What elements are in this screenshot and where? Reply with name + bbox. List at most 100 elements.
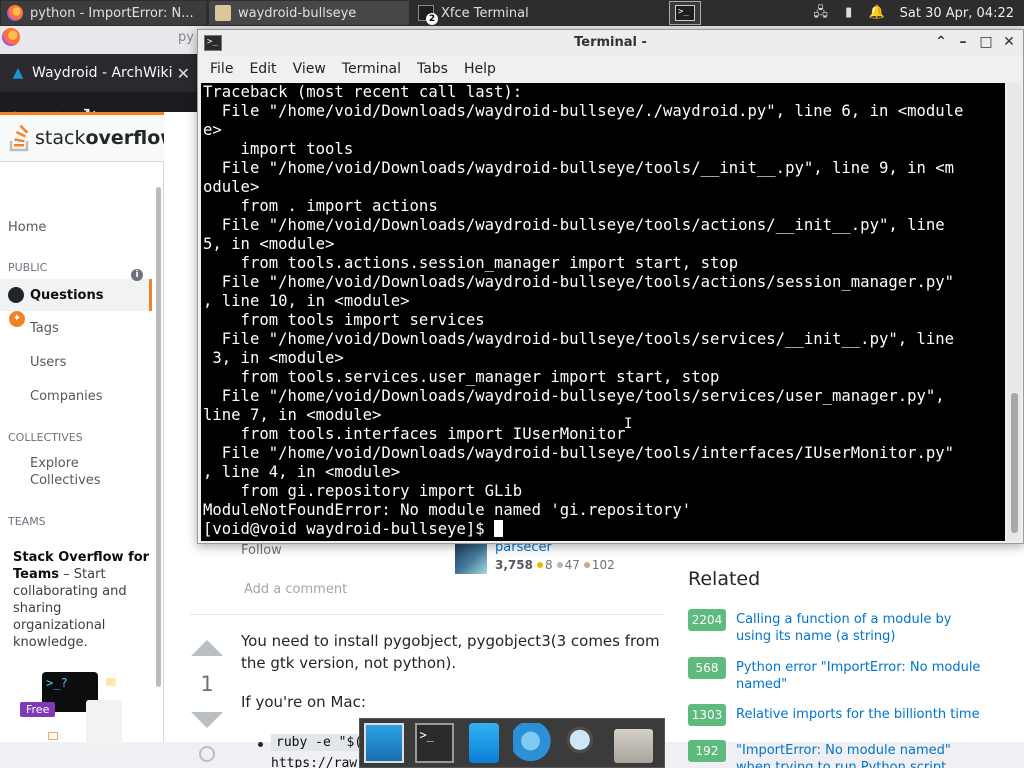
browser-tab-title-partial[interactable]: py xyxy=(178,30,194,45)
close-icon[interactable]: ✕ xyxy=(1000,33,1018,51)
add-comment-link[interactable]: Add a comment xyxy=(244,582,347,597)
folder-icon[interactable] xyxy=(613,729,653,763)
terminal-line: , line 10, in <module> xyxy=(203,292,410,310)
nav-questions-label: Questions xyxy=(30,287,104,303)
sidebar-scrollbar[interactable] xyxy=(156,187,161,687)
panel-terminal-launcher[interactable]: >_ xyxy=(669,1,701,25)
taskbar-item-label: Xfce Terminal xyxy=(441,5,529,21)
free-badge: Free xyxy=(20,702,56,717)
nav-users[interactable]: Users xyxy=(30,355,66,370)
related-title-link[interactable]: Calling a function of a module by using … xyxy=(736,611,986,645)
taskbar-item-folder[interactable]: waydroid-bullseye xyxy=(209,1,409,25)
follow-link[interactable]: Follow xyxy=(241,543,282,558)
terminal-line: odule> xyxy=(203,178,260,196)
bronze-badge-icon xyxy=(583,562,590,568)
clock[interactable]: Sat 30 Apr, 04:22 xyxy=(900,6,1014,21)
nav-caption-teams: TEAMS xyxy=(8,515,46,528)
nav-questions[interactable]: Questions xyxy=(0,279,152,311)
chevron-up-icon[interactable]: ⌃ xyxy=(932,33,950,51)
related-heading: Related xyxy=(688,568,761,590)
logo-text-stack: stack xyxy=(35,127,86,149)
terminal-line: File "/home/void/Downloads/waydroid-bull… xyxy=(203,159,955,177)
terminal-line: line 7, in <module> xyxy=(203,406,382,424)
chat-bubble-illustration xyxy=(48,732,58,740)
checklist-illustration xyxy=(86,700,122,744)
nav-caption-public: PUBLIC xyxy=(8,261,48,274)
network-icon[interactable]: 🖧 xyxy=(812,5,830,21)
nav-home[interactable]: Home xyxy=(8,220,46,235)
related-title-link[interactable]: "ImportError: No module named" when tryi… xyxy=(736,742,986,768)
menu-edit[interactable]: Edit xyxy=(249,61,276,77)
answer-paragraph: If you're on Mac: xyxy=(241,693,366,711)
terminal-line: Traceback (most recent call last): xyxy=(203,83,523,101)
taskbar-item-label: python - ImportError: N... xyxy=(30,5,194,21)
code-snippet: ruby -e "$( xyxy=(271,734,368,751)
terminal-window: >_ Terminal - ⌃ – □ ✕ File Edit View Ter… xyxy=(197,29,1024,544)
bronze-badge-count: 102 xyxy=(591,558,615,572)
terminal-titlebar[interactable]: >_ Terminal - ⌃ – □ ✕ xyxy=(198,30,1023,56)
close-tab-icon[interactable]: ✕ xyxy=(177,64,190,83)
desktop-icon[interactable] xyxy=(364,723,404,763)
menu-help[interactable]: Help xyxy=(464,61,496,77)
info-icon[interactable]: i xyxy=(131,269,143,281)
nav-companies[interactable]: Companies xyxy=(30,389,103,404)
upvote-arrow-icon[interactable] xyxy=(191,640,223,656)
nav-explore-collectives[interactable]: Explore Collectives xyxy=(30,455,140,489)
terminal-menubar: File Edit View Terminal Tabs Help xyxy=(198,56,1023,82)
battery-icon[interactable]: ▮ xyxy=(840,5,858,21)
silver-badge-count: 47 xyxy=(564,558,580,572)
terminal-line: e> xyxy=(203,121,222,139)
stackoverflow-logo[interactable]: stack overflow xyxy=(8,124,178,152)
history-icon[interactable] xyxy=(199,746,215,762)
terminal-line: File "/home/void/Downloads/waydroid-bull… xyxy=(203,102,964,120)
firefox-icon xyxy=(2,28,20,46)
minimize-icon[interactable]: – xyxy=(954,33,972,51)
terminal-line: from gi.repository import GLib xyxy=(203,482,523,500)
silver-badge-icon xyxy=(556,562,563,568)
answer-paragraph: You need to install pygobject, pygobject… xyxy=(241,632,660,672)
reputation-score: 3,758 xyxy=(495,558,533,572)
related-score: 192 xyxy=(688,740,726,762)
related-title-link[interactable]: Python error "ImportError: No module nam… xyxy=(736,659,986,693)
related-score: 2204 xyxy=(688,609,726,631)
terminal-icon: 2 xyxy=(418,5,438,25)
terminal-line: 5, in <module> xyxy=(203,235,335,253)
menu-view[interactable]: View xyxy=(293,61,326,77)
terminal-line: from tools.interfaces import IUserMonito… xyxy=(203,425,626,443)
nav-tags[interactable]: Tags xyxy=(30,321,59,336)
user-reputation: 3,758 8 47 102 xyxy=(495,558,615,572)
related-score: 1303 xyxy=(688,704,726,726)
terminal-icon: >_ xyxy=(675,5,695,21)
downvote-arrow-icon[interactable] xyxy=(191,712,223,728)
scrollbar-thumb[interactable] xyxy=(1011,393,1018,533)
terminal-prompt[interactable]: [void@void waydroid-bullseye]$ xyxy=(203,520,1003,539)
terminal-line: from tools import services xyxy=(203,311,485,329)
menu-tabs[interactable]: Tabs xyxy=(417,61,448,77)
taskbar-item-terminal[interactable]: 2 Xfce Terminal xyxy=(412,1,612,25)
prompt-text: [void@void waydroid-bullseye]$ xyxy=(203,520,495,538)
terminal-line: File "/home/void/Downloads/waydroid-bull… xyxy=(203,330,955,348)
notification-bell-icon[interactable]: 🔔 xyxy=(868,5,886,21)
terminal-scrollbar[interactable] xyxy=(1007,83,1021,541)
files-icon[interactable] xyxy=(469,723,499,763)
gold-badge-count: 8 xyxy=(544,558,553,572)
browser-tab-waydroid[interactable]: ▲ Waydroid - ArchWiki ✕ xyxy=(0,54,200,92)
terminal-icon[interactable]: >_ xyxy=(414,723,455,763)
web-browser-icon[interactable] xyxy=(512,723,553,763)
terminal-line: File "/home/void/Downloads/waydroid-bull… xyxy=(203,273,955,291)
terminal-line: , line 4, in <module> xyxy=(203,463,401,481)
maximize-icon[interactable]: □ xyxy=(977,33,995,51)
browser-tab-title: Waydroid - ArchWiki xyxy=(32,65,173,81)
system-tray: 🖧 ▮ 🔔 Sat 30 Apr, 04:22 xyxy=(812,0,1024,26)
globe-icon xyxy=(8,287,24,303)
terminal-output[interactable]: Traceback (most recent call last): File … xyxy=(201,83,1005,541)
search-icon[interactable] xyxy=(563,723,603,763)
menu-file[interactable]: File xyxy=(210,61,233,77)
taskbar-item-firefox[interactable]: python - ImportError: N... xyxy=(1,1,206,25)
dock: >_ xyxy=(359,718,665,768)
list-bullet xyxy=(258,742,263,747)
avatar[interactable] xyxy=(455,542,487,574)
related-title-link[interactable]: Relative imports for the billionth time xyxy=(736,706,986,723)
menu-terminal[interactable]: Terminal xyxy=(342,61,401,77)
terminal-line: 3, in <module> xyxy=(203,349,344,367)
